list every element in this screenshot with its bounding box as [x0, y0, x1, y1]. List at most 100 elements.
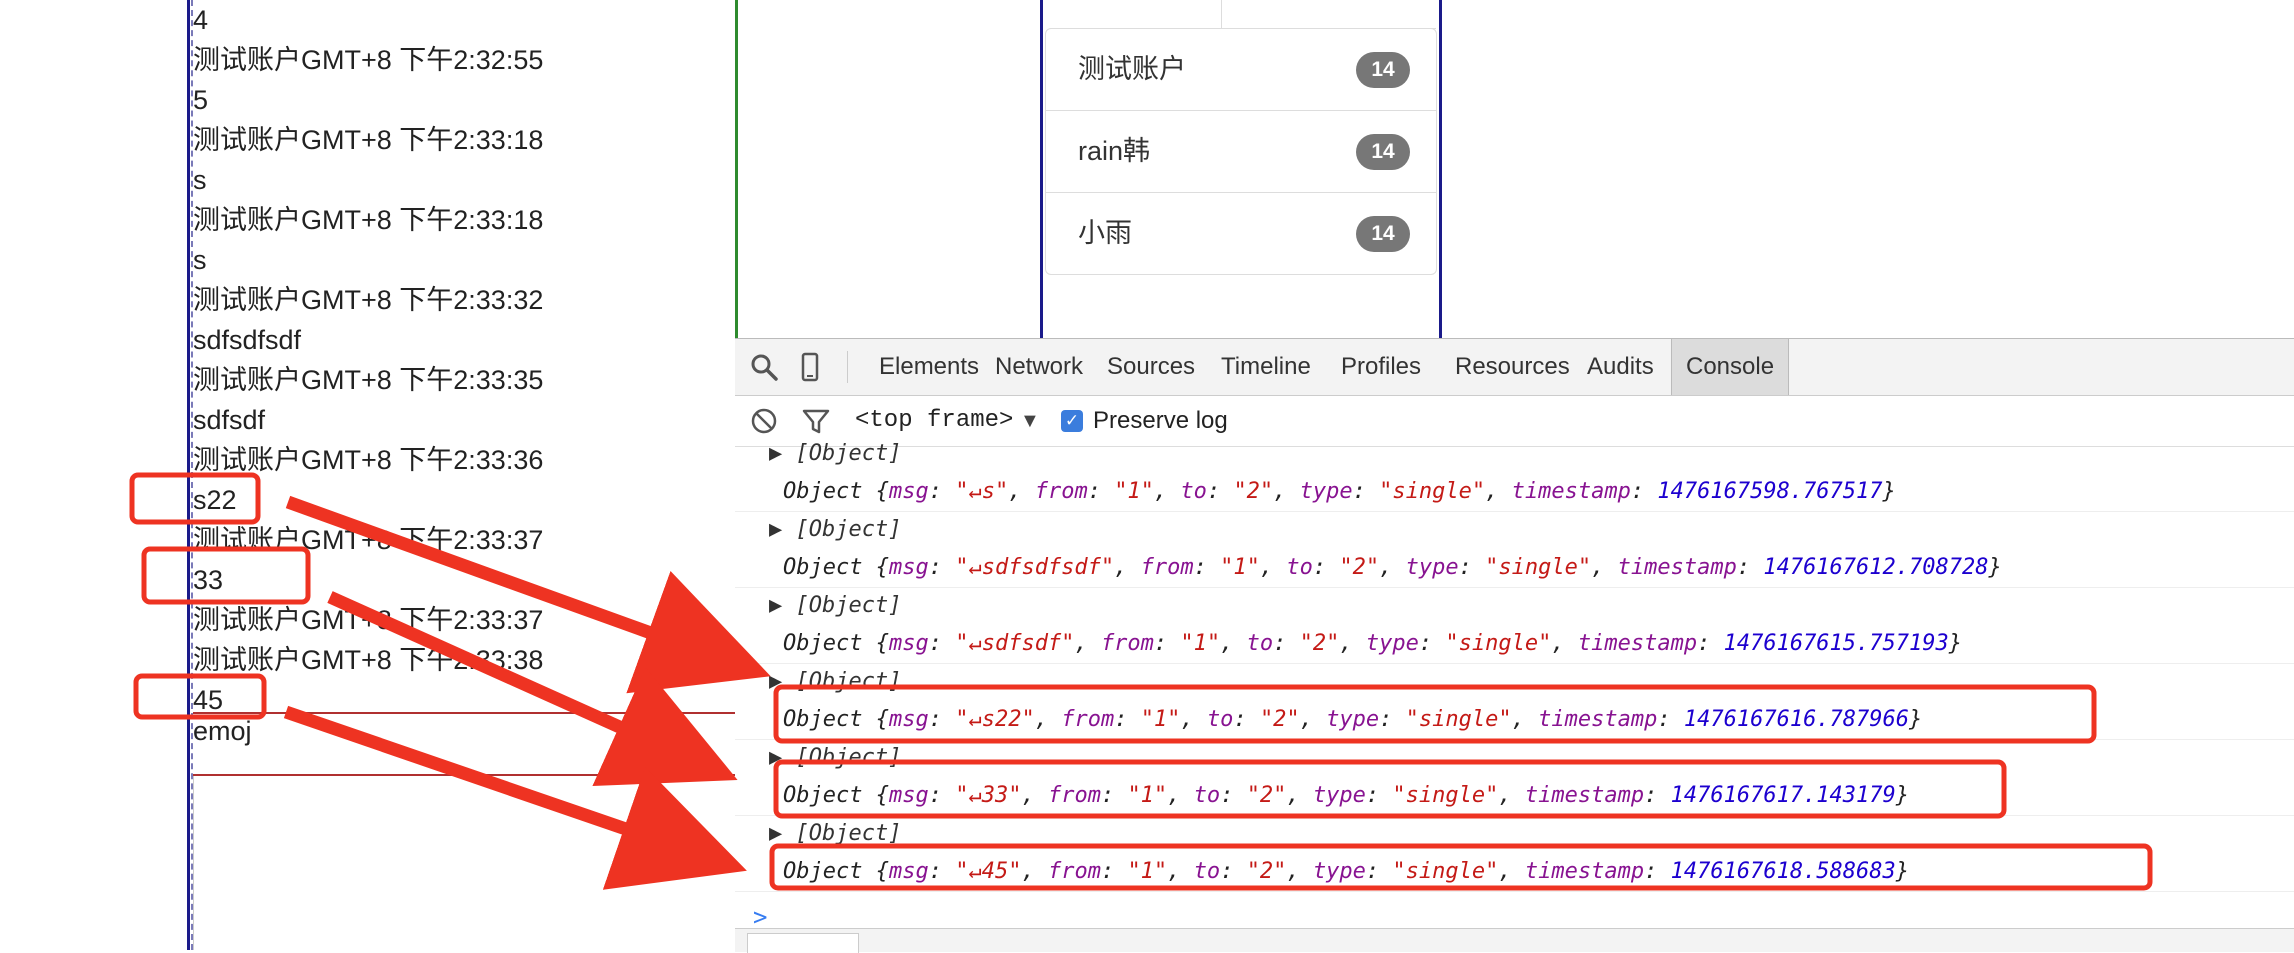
- syntax-token: Object {: [783, 479, 889, 504]
- expand-triangle-icon[interactable]: ▶: [769, 821, 796, 846]
- filter-icon[interactable]: [801, 406, 831, 436]
- expand-triangle-icon[interactable]: ▶: [769, 745, 796, 770]
- contact-item[interactable]: 测试账户 14: [1046, 29, 1436, 111]
- expand-triangle-icon[interactable]: ▶: [769, 669, 796, 694]
- syntax-token: type: [1312, 783, 1366, 808]
- search-icon[interactable]: [749, 352, 779, 382]
- syntax-token: ,: [1379, 555, 1406, 580]
- syntax-token: :: [1114, 707, 1141, 732]
- message-line: 5: [193, 85, 209, 115]
- entry-from: "1": [1220, 555, 1260, 580]
- array-log-entry[interactable]: ▶ [Object]: [769, 587, 901, 625]
- message-line: 测试账户GMT+8 下午2:33:36: [193, 445, 544, 475]
- expand-triangle-icon[interactable]: ▶: [769, 517, 796, 542]
- syntax-token: from: [1061, 707, 1115, 732]
- array-log-entry[interactable]: ▶ [Object]: [769, 739, 901, 777]
- syntax-token: Object {: [783, 783, 889, 808]
- entry-from: "1": [1127, 783, 1168, 808]
- expand-triangle-icon[interactable]: ▶: [769, 593, 796, 618]
- entry-to: "2": [1259, 707, 1300, 732]
- contact-item[interactable]: 小雨 14: [1046, 193, 1436, 274]
- syntax-token: ,: [1021, 783, 1048, 808]
- syntax-token: ,: [1259, 555, 1287, 580]
- entry-msg: "↵45": [955, 859, 1022, 884]
- unread-badge: 14: [1356, 134, 1410, 170]
- syntax-token: }: [1948, 631, 1963, 656]
- entry-to: "2": [1339, 555, 1380, 580]
- syntax-token: timestamp: [1524, 783, 1645, 808]
- drawer-tab[interactable]: [747, 933, 859, 953]
- object-log-entry[interactable]: Object {msg: "↵sdfsdf", from: "1", to: "…: [783, 625, 1962, 663]
- console-prompt[interactable]: >: [753, 903, 767, 931]
- entry-from: "1": [1180, 631, 1221, 656]
- object-log-entry[interactable]: Object {msg: "↵sdfsdfsdf", from: "1", to…: [783, 549, 2002, 587]
- emoji-row[interactable]: emoj: [193, 712, 735, 776]
- preserve-log-checkbox[interactable]: ✓: [1061, 410, 1083, 432]
- tab-profiles[interactable]: Profiles: [1327, 339, 1435, 395]
- syntax-token: ,: [1008, 479, 1035, 504]
- syntax-token: :: [1379, 707, 1406, 732]
- syntax-token: timestamp: [1617, 555, 1737, 580]
- array-log-entry[interactable]: ▶ [Object]: [769, 663, 901, 701]
- tab-sources[interactable]: Sources: [1093, 339, 1209, 395]
- syntax-token: ,: [1286, 783, 1313, 808]
- syntax-token: Object {: [783, 707, 889, 732]
- syntax-token: :: [1365, 783, 1393, 808]
- array-log-entry[interactable]: ▶ [Object]: [769, 511, 901, 549]
- tab-resources[interactable]: Resources: [1441, 339, 1584, 395]
- tab-audits[interactable]: Audits: [1573, 339, 1668, 395]
- syntax-token: :: [1697, 631, 1724, 656]
- message-line: 测试账户GMT+8 下午2:33:37: [193, 525, 544, 555]
- syntax-token: timestamp: [1524, 859, 1645, 884]
- syntax-token: ,: [1220, 631, 1247, 656]
- tab-stub[interactable]: [1221, 0, 1436, 29]
- syntax-token: :: [1233, 707, 1260, 732]
- tab-timeline[interactable]: Timeline: [1207, 339, 1325, 395]
- entry-msg: "↵s22": [955, 707, 1035, 732]
- syntax-token: to: [1193, 859, 1221, 884]
- app-frame: [735, 0, 2294, 338]
- entry-from: "1": [1140, 707, 1181, 732]
- object-log-entry[interactable]: Object {msg: "↵s", from: "1", to: "2", t…: [783, 473, 1896, 511]
- message-input[interactable]: [193, 776, 736, 950]
- entry-to: "2": [1233, 479, 1274, 504]
- syntax-token: :: [1736, 555, 1764, 580]
- expand-triangle-icon[interactable]: ▶: [769, 441, 796, 466]
- contact-item[interactable]: rain韩 14: [1046, 111, 1436, 193]
- syntax-token: :: [1657, 707, 1684, 732]
- tab-console[interactable]: Console: [1671, 339, 1790, 395]
- syntax-token: msg: [888, 859, 929, 884]
- entry-msg: "↵sdfsdfsdf": [955, 555, 1115, 580]
- syntax-token: type: [1326, 707, 1380, 732]
- array-log-entry[interactable]: ▶ [Object]: [769, 815, 901, 853]
- syntax-token: msg: [888, 555, 929, 580]
- syntax-token: ,: [1299, 707, 1327, 732]
- object-log-entry[interactable]: Object {msg: "↵45", from: "1", to: "2", …: [783, 853, 1909, 891]
- tab-network[interactable]: Network: [981, 339, 1097, 395]
- array-log-entry[interactable]: ▶ [Object]: [769, 435, 901, 473]
- array-label: [Object]: [795, 517, 902, 542]
- contact-name: 小雨: [1078, 218, 1132, 248]
- syntax-token: :: [1418, 631, 1446, 656]
- array-label: [Object]: [795, 593, 902, 618]
- syntax-token: type: [1299, 479, 1353, 504]
- contact-name: rain韩: [1078, 136, 1151, 166]
- message-line: sdfsdf: [193, 405, 266, 435]
- object-log-entry[interactable]: Object {msg: "↵s22", from: "1", to: "2",…: [783, 701, 1922, 739]
- object-log-entry[interactable]: Object {msg: "↵33", from: "1", to: "2", …: [783, 777, 1909, 815]
- entry-type: "single": [1405, 707, 1512, 732]
- clear-console-icon[interactable]: [749, 406, 779, 436]
- entry-divider: [735, 815, 2294, 816]
- entry-msg: "↵sdfsdf": [955, 631, 1075, 656]
- syntax-token: from: [1047, 783, 1101, 808]
- message-line: 4: [193, 5, 209, 35]
- toolbar-divider: [847, 351, 848, 383]
- syntax-token: Object {: [783, 555, 889, 580]
- dropdown-arrow-icon[interactable]: ▼: [1020, 396, 1040, 446]
- syntax-token: ,: [1153, 479, 1181, 504]
- message-line: 测试账户GMT+8 下午2:33:18: [193, 125, 544, 155]
- syntax-token: :: [1100, 783, 1128, 808]
- syntax-token: ,: [1551, 631, 1578, 656]
- tab-elements[interactable]: Elements: [865, 339, 993, 395]
- device-mode-icon[interactable]: [795, 352, 825, 382]
